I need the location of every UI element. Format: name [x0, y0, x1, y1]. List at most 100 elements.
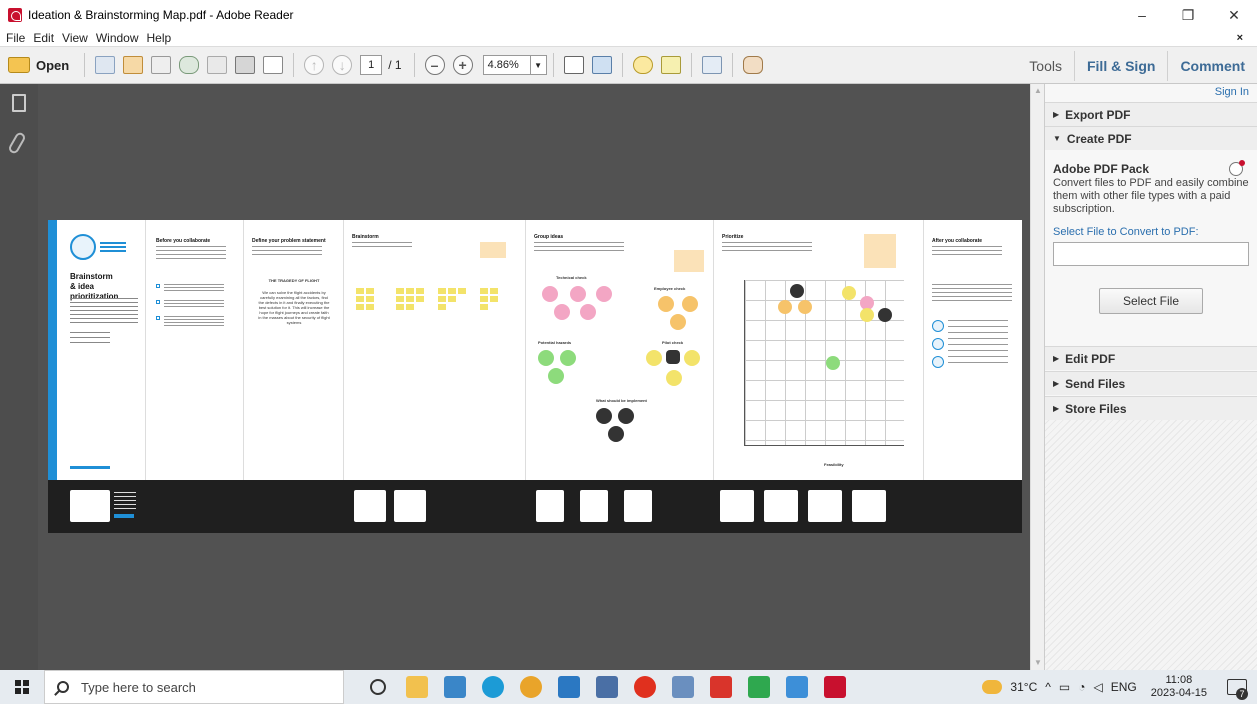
send-files-section[interactable]: ▶ Send Files: [1045, 371, 1257, 395]
brainstorm-logo-icon: [70, 234, 96, 260]
title-bar: Ideation & Brainstorming Map.pdf - Adobe…: [0, 0, 1257, 30]
problem-statement-panel: Define your problem statement THE TRAGED…: [244, 220, 344, 480]
tools-pane: Sign In ▶ Export PDF ▼ Create PDF Adobe …: [1044, 84, 1257, 670]
mail-icon[interactable]: [558, 676, 580, 698]
tools-tab[interactable]: Tools: [1017, 58, 1074, 74]
expand-icon: ▶: [1053, 379, 1060, 388]
prev-page-button[interactable]: ↑: [301, 53, 327, 77]
sticky-note-button[interactable]: [630, 53, 656, 77]
comment-tab[interactable]: Comment: [1168, 58, 1257, 74]
restore-button[interactable]: ❐: [1165, 0, 1211, 30]
minimize-button[interactable]: –: [1119, 0, 1165, 30]
create-pdf-button[interactable]: [92, 53, 118, 77]
template-thumb: [536, 490, 564, 522]
create-pdf-section[interactable]: ▼ Create PDF: [1045, 126, 1257, 150]
taskbar: Type here to search 31°C ^ ▭ ◔ ◁ ENG 11:…: [0, 670, 1257, 704]
step-c-text: [164, 316, 224, 326]
band-text: [114, 492, 136, 512]
document-scrollbar[interactable]: ▲ ▼: [1030, 84, 1044, 670]
pdf-pack-icon: [1229, 160, 1245, 176]
mcafee-icon[interactable]: [710, 676, 732, 698]
collapse-icon: ▼: [1053, 134, 1061, 143]
menu-file[interactable]: File: [0, 31, 29, 45]
network-icon[interactable]: ◔: [1078, 680, 1085, 694]
photos-icon[interactable]: [672, 676, 694, 698]
edge-icon[interactable]: [482, 676, 504, 698]
zoom-in-button[interactable]: +: [450, 53, 476, 77]
upload-cloud-button[interactable]: [176, 53, 202, 77]
toolbar-separator: [293, 53, 295, 77]
save-button[interactable]: [204, 53, 230, 77]
toolbar-separator: [552, 53, 554, 77]
template-thumb: [354, 490, 386, 522]
template-thumb: [720, 490, 754, 522]
clock[interactable]: 11:08 2023-04-15: [1151, 674, 1207, 700]
template-thumb: [852, 490, 886, 522]
menu-edit[interactable]: Edit: [29, 31, 58, 45]
export-pdf-section[interactable]: ▶ Export PDF: [1045, 102, 1257, 126]
document-view[interactable]: Brainstorm & idea prioritization Before …: [38, 84, 1030, 670]
task-view-icon[interactable]: [370, 679, 386, 695]
next-page-button[interactable]: ↓: [329, 53, 355, 77]
battery-icon[interactable]: ▭: [1059, 680, 1070, 694]
zoom-out-button[interactable]: –: [422, 53, 448, 77]
open-label: Open: [36, 57, 70, 73]
scroll-down-icon[interactable]: ▼: [1033, 658, 1043, 668]
cover-link: [70, 466, 110, 469]
chrome-icon[interactable]: [520, 676, 542, 698]
open-button[interactable]: Open: [8, 53, 77, 77]
start-button[interactable]: [0, 670, 44, 704]
print-button[interactable]: [232, 53, 258, 77]
file-explorer-icon[interactable]: [406, 676, 428, 698]
attachments-icon[interactable]: [7, 130, 27, 156]
close-document-button[interactable]: ×: [1233, 32, 1247, 44]
office-icon[interactable]: [634, 676, 656, 698]
select-file-button[interactable]: Select File: [1099, 288, 1203, 314]
taskbar-search[interactable]: Type here to search: [44, 670, 344, 704]
full-screen-button[interactable]: [699, 53, 725, 77]
fit-page-button[interactable]: [589, 53, 615, 77]
search-placeholder: Type here to search: [81, 679, 196, 695]
menu-help[interactable]: Help: [143, 31, 176, 45]
panel-intro-text: [534, 242, 624, 252]
store-files-section[interactable]: ▶ Store Files: [1045, 396, 1257, 420]
page-number-input[interactable]: 1: [360, 55, 383, 75]
notification-center-icon[interactable]: 7: [1227, 679, 1248, 700]
combine-button[interactable]: [120, 53, 146, 77]
create-pdf-label: Create PDF: [1066, 131, 1132, 146]
page-thumbnails-icon[interactable]: [12, 94, 26, 112]
combine-icon: [123, 56, 144, 74]
panel-title: Prioritize: [722, 234, 744, 240]
scrolling-mode-button[interactable]: [561, 53, 587, 77]
edit-pdf-section[interactable]: ▶ Edit PDF: [1045, 346, 1257, 370]
menu-window[interactable]: Window: [92, 31, 143, 45]
zoom-dropdown-button[interactable]: ▼: [530, 55, 547, 75]
zoom-level-input[interactable]: 4.86%: [482, 55, 531, 75]
hand-tool-button[interactable]: [740, 53, 766, 77]
template-thumb: [70, 490, 110, 522]
select-file-label: Select File to Convert to PDF:: [1053, 226, 1199, 238]
panel-title: After you collaborate: [932, 238, 983, 244]
drive-icon[interactable]: [748, 676, 770, 698]
language-indicator[interactable]: ENG: [1111, 680, 1137, 694]
chevron-up-icon[interactable]: ^: [1045, 680, 1051, 694]
image-viewer-icon[interactable]: [786, 676, 808, 698]
accent-stripe: [48, 220, 57, 480]
file-path-input[interactable]: [1053, 242, 1249, 266]
weather-temp[interactable]: 31°C: [1010, 680, 1037, 694]
edit-button[interactable]: [148, 53, 174, 77]
scroll-up-icon[interactable]: ▲: [1033, 86, 1043, 96]
sign-in-link[interactable]: Sign In: [1215, 86, 1249, 98]
close-button[interactable]: ✕: [1211, 0, 1257, 30]
adobe-reader-taskbar-icon[interactable]: [824, 676, 846, 698]
panel-intro-text: [352, 242, 412, 250]
menu-view[interactable]: View: [58, 31, 92, 45]
panel-intro-text: [932, 246, 1002, 256]
email-button[interactable]: [260, 53, 286, 77]
highlight-button[interactable]: [658, 53, 684, 77]
folder-icon: [8, 57, 30, 73]
store-icon[interactable]: [444, 676, 466, 698]
fill-sign-tab[interactable]: Fill & Sign: [1075, 58, 1167, 74]
calculator-icon[interactable]: [596, 676, 618, 698]
volume-icon[interactable]: ◁: [1093, 680, 1102, 694]
